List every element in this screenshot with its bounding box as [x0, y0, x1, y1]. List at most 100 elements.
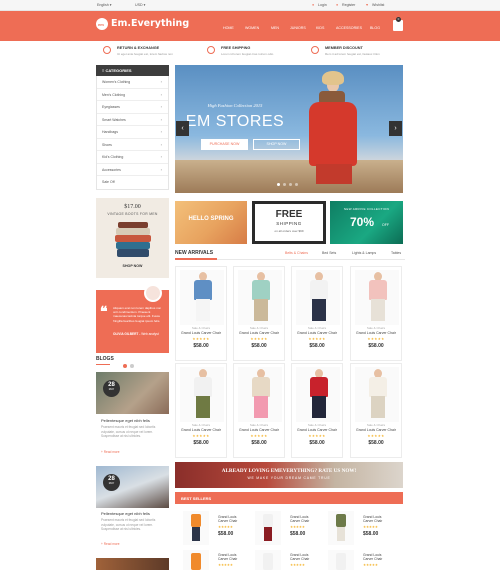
product-name[interactable]: Grand Louis Carver Chair: [176, 331, 226, 335]
category-list: Women's Clothing › Men's Clothing › Eyegla…: [96, 76, 169, 190]
product-card[interactable]: Sale & Chairs Grand Louis Carver Chair ★…: [350, 363, 402, 458]
best-sellers-header: BEST SELLERS: [175, 492, 403, 504]
product-card[interactable]: Sale & Chairs Grand Louis Carver Chair ★…: [233, 266, 285, 361]
model-hair: [322, 71, 344, 85]
slider-dot[interactable]: [289, 183, 292, 186]
tab-tables[interactable]: Tables: [391, 251, 401, 255]
slider-dot-active[interactable]: [277, 183, 280, 186]
bestseller-name[interactable]: Grand Louis Carver Chair: [290, 515, 316, 524]
product-card[interactable]: Sale & Chairs Grand Louis Carver Chair ★…: [350, 266, 402, 361]
product-category: Sale & Chairs: [307, 423, 327, 427]
category-eyeglasses[interactable]: Eyeglasses ›: [97, 101, 168, 114]
nav-accessories[interactable]: ACCESSORIES: [336, 26, 362, 30]
bestseller-name[interactable]: Grand Louis Carver Chair: [363, 553, 389, 562]
logo-icon[interactable]: em: [96, 18, 108, 30]
product-card[interactable]: Sale & Chairs Grand Louis Carver Chair ★…: [291, 363, 343, 458]
blog-image-3[interactable]: [96, 558, 169, 570]
category-handbags[interactable]: Handbags ›: [97, 126, 168, 139]
testimonial-dot[interactable]: [130, 364, 134, 368]
tab-bed-sets[interactable]: Bed Sets: [322, 251, 336, 255]
model-bottom: [196, 299, 210, 321]
nav-home[interactable]: HOME: [223, 26, 234, 30]
categories-header: ≡ CATEGORIES: [96, 65, 169, 76]
heart-icon: ♥: [366, 3, 369, 7]
product-name[interactable]: Grand Louis Carver Chair: [351, 331, 401, 335]
wishlist-link[interactable]: Wishlist: [372, 3, 384, 7]
slider-dot[interactable]: [295, 183, 298, 186]
product-card[interactable]: Sale & Chairs Grand Louis Carver Chair ★…: [175, 363, 227, 458]
rating-stars: ★★★★★: [250, 434, 268, 438]
tab-lights-lamps[interactable]: Lights & Lamps: [352, 251, 376, 255]
sale-70-banner[interactable]: NEW ARRIVE COLLECTION 70% OFF: [330, 201, 403, 244]
product-name[interactable]: Grand Louis Carver Chair: [234, 428, 284, 432]
product-image: [180, 367, 224, 422]
login-link[interactable]: Login: [318, 3, 327, 7]
bestseller-image[interactable]: [328, 550, 354, 570]
bestseller-image[interactable]: [183, 511, 209, 545]
product-name[interactable]: Grand Louis Carver Chair: [351, 428, 401, 432]
product-name[interactable]: Grand Louis Carver Chair: [292, 331, 342, 335]
nav-juniors[interactable]: JUNIORS: [290, 26, 306, 30]
category-watches[interactable]: Smart Watches ›: [97, 114, 168, 126]
product-name[interactable]: Grand Louis Carver Chair: [234, 331, 284, 335]
product-card[interactable]: Sale & Chairs Grand Louis Carver Chair ★…: [291, 266, 343, 361]
currency-select[interactable]: USD ▾: [135, 3, 145, 7]
promo-shop-button[interactable]: SHOP NOW: [96, 264, 169, 268]
category-mens[interactable]: Men's Clothing ›: [97, 89, 168, 101]
user-icon: ●: [312, 3, 315, 7]
bestseller-image[interactable]: [183, 550, 209, 570]
register-link[interactable]: Register: [342, 3, 355, 7]
bestseller-name[interactable]: Grand Louis Carver Chair: [290, 553, 316, 562]
model-skirt: [316, 164, 352, 184]
blog-read-more-1[interactable]: + Read more: [101, 450, 120, 454]
language-select[interactable]: English ▾: [97, 3, 112, 7]
slider-next-icon[interactable]: ›: [389, 121, 402, 136]
blog-title-2[interactable]: Pellentesque eget nibh felis: [101, 511, 150, 516]
slider-dot[interactable]: [283, 183, 286, 186]
rate-us-banner[interactable]: ALREADY LOVING EMEVERYTHING? RATE US NOW…: [175, 462, 403, 488]
chevron-right-icon: ›: [160, 104, 162, 109]
blog-excerpt-2: Praesent mauris et feugiat sed lobortis …: [101, 518, 156, 531]
bestseller-image[interactable]: [328, 511, 354, 545]
category-sale[interactable]: Sale Off: [97, 176, 168, 189]
logo-text[interactable]: Em.Everything: [111, 18, 189, 29]
hello-spring-banner[interactable]: HELLO SPRING: [175, 201, 247, 244]
nav-blog[interactable]: BLOG: [370, 26, 380, 30]
slider-prev-icon[interactable]: ‹: [176, 121, 189, 136]
product-card[interactable]: Sale & Chairs Grand Louis Carver Chair ★…: [233, 363, 285, 458]
nav-men[interactable]: MEN: [271, 26, 279, 30]
nav-women[interactable]: WOMEN: [245, 26, 259, 30]
rating-stars: ★★★★★: [290, 525, 305, 529]
free-shipping-banner[interactable]: FREE SHIPPING on all orders over $99: [252, 201, 326, 244]
product-name[interactable]: Grand Louis Carver Chair: [292, 428, 342, 432]
testimonial-dot-active[interactable]: [123, 364, 127, 368]
category-shoes[interactable]: Shoes ›: [97, 139, 168, 151]
model-top: [369, 280, 387, 300]
model-top: [194, 377, 212, 397]
category-accessories[interactable]: Accessories ›: [97, 164, 168, 176]
new-collection-text: NEW ARRIVE COLLECTION: [343, 207, 390, 211]
bestseller-image[interactable]: [255, 511, 281, 545]
hello-spring-text: HELLO SPRING: [188, 216, 234, 222]
bestseller-name[interactable]: Grand Louis Carver Chair: [218, 515, 244, 524]
product-image: [296, 270, 340, 325]
nav-kids[interactable]: KIDS: [316, 26, 324, 30]
bestseller-name[interactable]: Grand Louis Carver Chair: [218, 553, 244, 562]
bestseller-image[interactable]: [255, 550, 281, 570]
product-card[interactable]: Sale & Chairs Grand Louis Carver Chair ★…: [175, 266, 227, 361]
rating-stars: ★★★★★: [290, 563, 305, 567]
tab-belts-chains[interactable]: Belts & Chains: [285, 251, 308, 255]
feature-title-return: RETURN & EXCHANGE: [117, 46, 160, 50]
category-kids[interactable]: Kid's Clothing ›: [97, 151, 168, 164]
blog-title-1[interactable]: Pellentesque eget nibh felis: [101, 418, 150, 423]
product-price: $58.00: [251, 440, 267, 446]
hero-shop-now-button[interactable]: SHOP NOW: [253, 139, 300, 150]
promo-banner[interactable]: $17.00 VINTAGE BOOTS FOR MEN SHOP NOW: [96, 198, 169, 278]
purchase-now-button[interactable]: PURCHASE NOW: [201, 139, 248, 150]
rating-stars: ★★★★★: [192, 434, 210, 438]
blog-read-more-2[interactable]: + Read more: [101, 542, 120, 546]
product-name[interactable]: Grand Louis Carver Chair: [176, 428, 226, 432]
categories-title: CATEGORIES: [105, 68, 132, 73]
bestseller-name[interactable]: Grand Louis Carver Chair: [363, 515, 389, 524]
category-womens[interactable]: Women's Clothing ›: [97, 76, 168, 89]
